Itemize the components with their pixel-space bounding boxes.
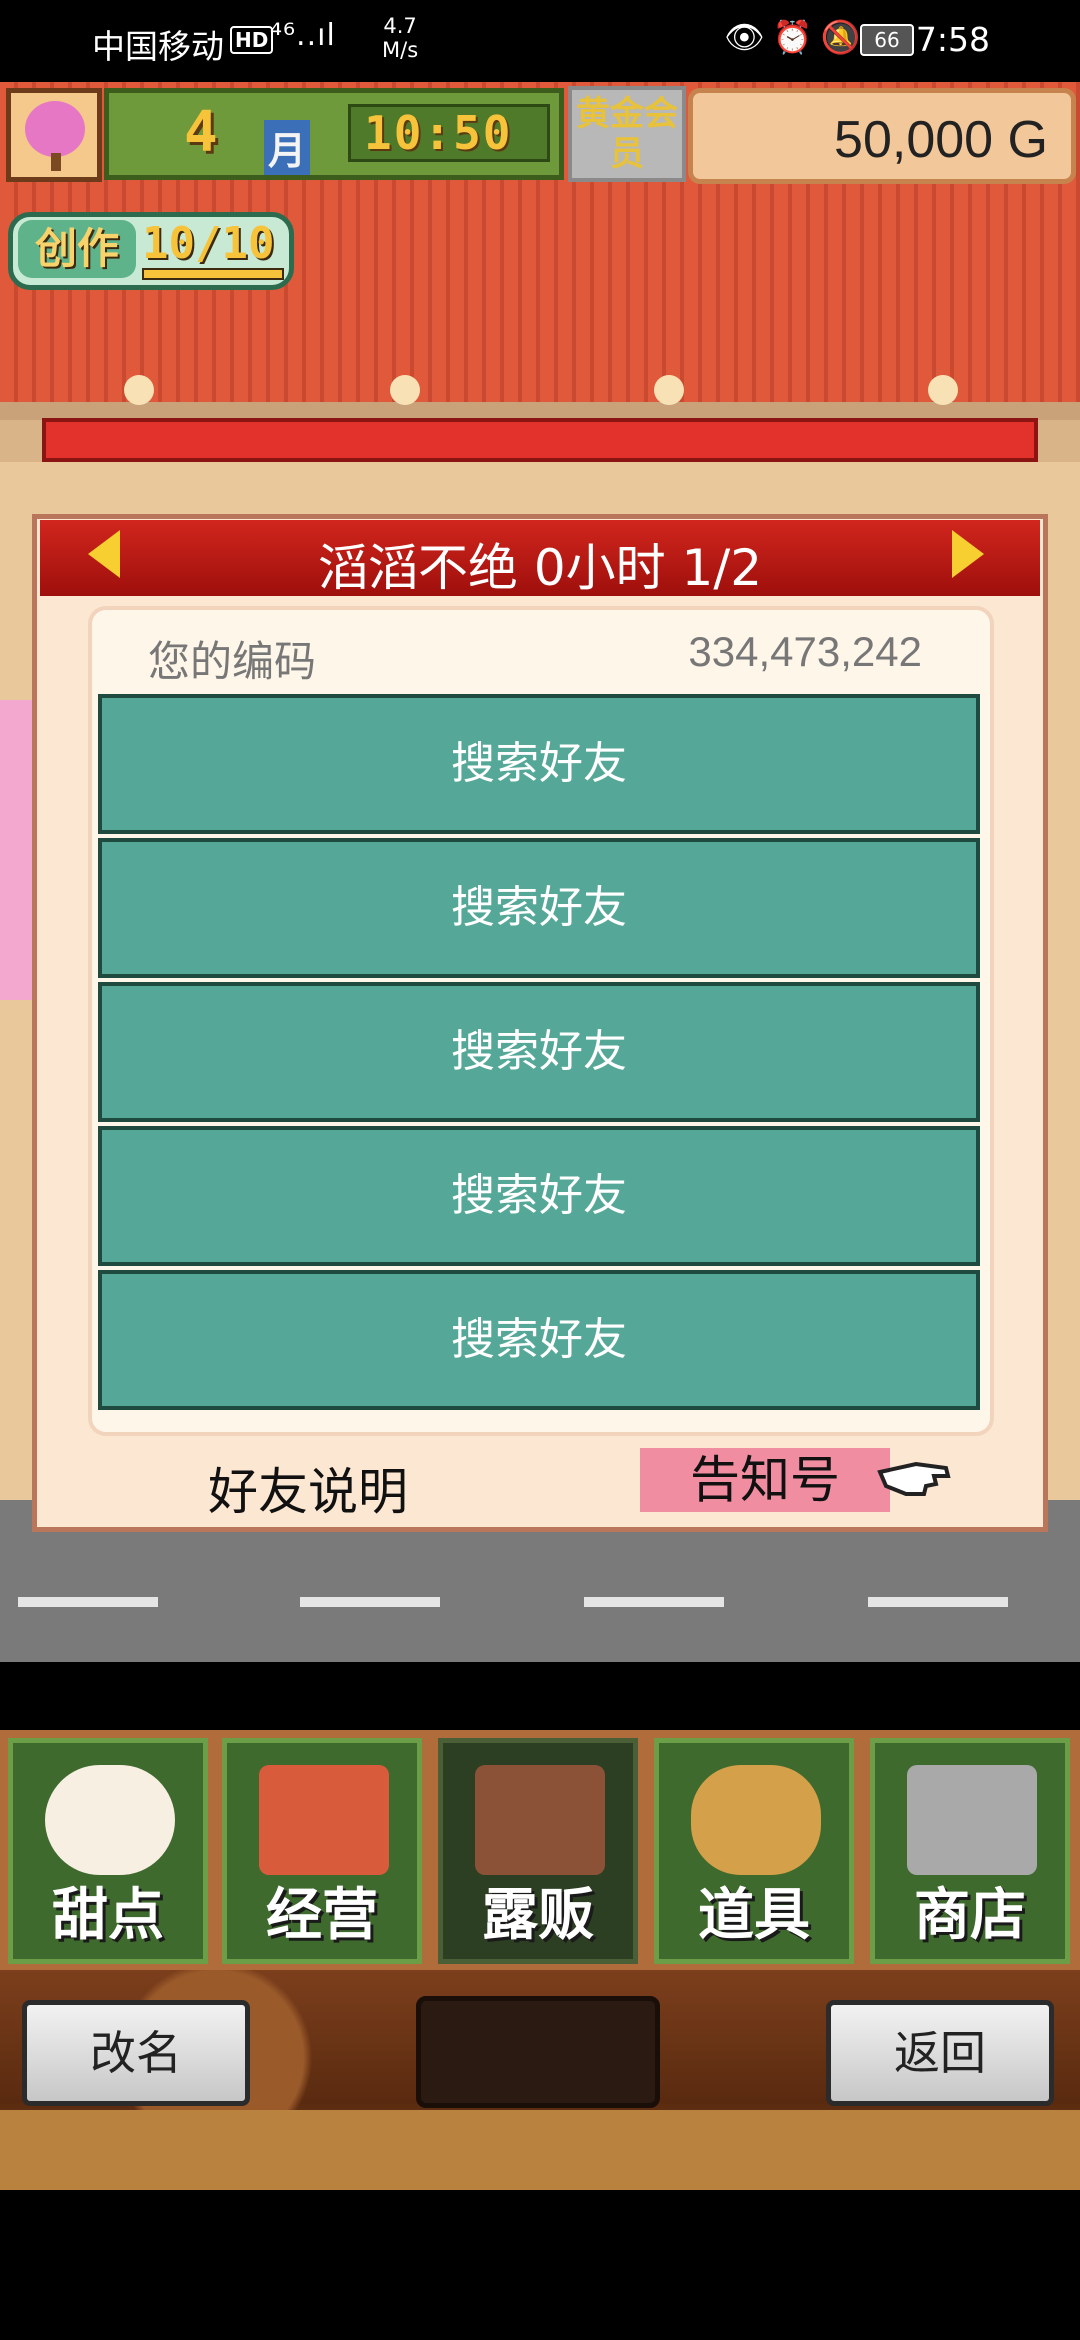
menu-label: 商店 [914,1883,1026,1948]
menu-item-manage[interactable]: 经营 [222,1738,422,1964]
menu-label: 露贩 [482,1883,594,1948]
search-friend-button[interactable]: 搜索好友 [98,694,980,834]
items-bag-icon [691,1765,821,1875]
menu-label: 道具 [698,1883,810,1948]
search-friend-button[interactable]: 搜索好友 [98,1270,980,1410]
menu-item-food-truck[interactable]: 露贩 [438,1738,638,1964]
hd-badge: HD [230,26,274,54]
notify-id-button[interactable]: 告知号 [640,1448,890,1512]
carrier-name: 中国移动 [92,27,224,66]
tree-trunk [51,153,61,171]
status-time: 7:58 [915,20,990,59]
your-code-value: 334,473,242 [688,628,922,675]
month-label: 月 [264,120,311,175]
rename-button[interactable]: 改名 [22,2000,250,2106]
create-label: 创作 [18,220,136,278]
battery-icon: 66 [860,24,914,56]
shop-icon [259,1765,389,1875]
pointing-hand-icon [877,1461,951,1496]
center-slot [416,1996,660,2108]
money-amount: 50,000 G [834,111,1048,169]
menu-label: 经营 [266,1883,378,1948]
back-button[interactable]: 返回 [826,2000,1054,2106]
food-truck-icon [475,1765,605,1875]
search-friend-button[interactable]: 搜索好友 [98,1126,980,1266]
menu-label: 甜点 [52,1883,164,1948]
lamp [654,375,684,405]
signal-icon: ⁴⁶..ıl [270,18,336,53]
menu-item-items[interactable]: 道具 [654,1738,854,1964]
eye-alarm-mute-icons: 👁⏰🔕 [724,18,869,56]
create-count: 10/10 [142,218,275,269]
road-dash [868,1597,1008,1607]
status-bar: 中国移动 HD ⁴⁶..ıl 4.7 M/s 👁⏰🔕 66 7:58 [0,0,1080,82]
create-progress-bar [142,268,284,280]
menu-item-dessert[interactable]: 甜点 [8,1738,208,1964]
road-dash [300,1597,440,1607]
cart-icon [907,1765,1037,1875]
arrow-left-icon[interactable] [88,530,120,578]
lamp [124,375,154,405]
red-awning [42,418,1038,462]
road-dash [584,1597,724,1607]
cake-icon [45,1765,175,1875]
search-friend-button[interactable]: 搜索好友 [98,838,980,978]
shop-avatar[interactable] [6,88,102,182]
menu-item-store[interactable]: 商店 [870,1738,1070,1964]
your-code-label: 您的编码 [148,637,317,686]
dialog-title: 滔滔不绝 0小时 1/2 [317,539,763,597]
bottom-panel-lower [0,2110,1080,2190]
road-dash [18,1597,158,1607]
gold-member-button[interactable]: 黄金会员 [568,86,686,182]
search-friend-button[interactable]: 搜索好友 [98,982,980,1122]
network-speed: 4.7 M/s [382,14,419,62]
tree-icon [25,101,85,157]
lamp [390,375,420,405]
lamp [928,375,958,405]
month-number: 4 [184,100,218,165]
friend-info-button[interactable]: 好友说明 [208,1452,408,1524]
game-clock: 10:50 [364,106,513,160]
